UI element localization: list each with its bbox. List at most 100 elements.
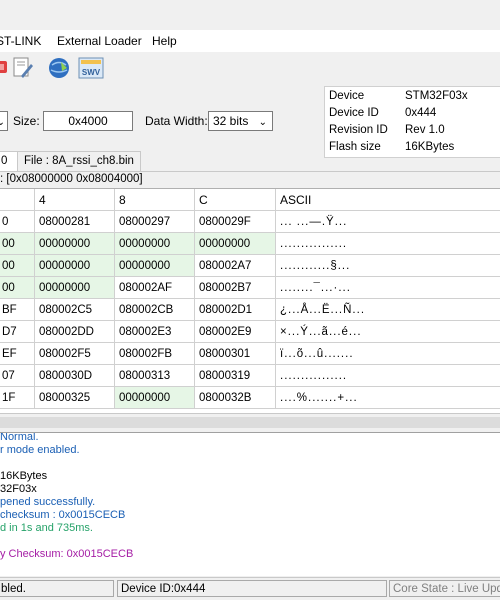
device-row: Device STM32F03x xyxy=(325,88,500,105)
value-cell: 080002B7 xyxy=(195,277,276,299)
header-col-8: 8 xyxy=(115,189,195,211)
svg-text:SWV: SWV xyxy=(82,68,101,77)
horizontal-scrollbar[interactable] xyxy=(0,413,500,432)
data-width-label: Data Width: xyxy=(145,114,208,128)
device-value: STM32F03x xyxy=(405,90,468,102)
log-line: Normal. xyxy=(0,432,39,443)
revision-id-label: Revision ID xyxy=(329,124,388,136)
table-row[interactable]: EF 080002F5 080002FB 08000301 ï...õ...û.....… xyxy=(0,343,500,365)
ascii-cell: ........¯...·... xyxy=(276,277,500,299)
address-dropdown[interactable]: ⌄ xyxy=(0,111,8,131)
log-line: 16KBytes xyxy=(0,470,48,482)
chevron-down-icon: ⌄ xyxy=(258,117,267,128)
address-cell: 00 xyxy=(0,255,35,277)
ascii-cell: ................ xyxy=(276,233,500,255)
address-range: : [0x08000000 0x08004000] xyxy=(0,171,500,187)
table-row[interactable]: D7 080002DD 080002E3 080002E9 ×...Ý...ã...é.… xyxy=(0,321,500,343)
menu-help[interactable]: Help xyxy=(152,34,177,48)
ascii-cell: ................ xyxy=(276,365,500,387)
table-row[interactable]: 07 0800030D 08000313 08000319..............… xyxy=(0,365,500,387)
tab-strip: 0 File : 8A_rssi_ch8.bin xyxy=(0,151,500,172)
address-cell: 00 xyxy=(0,277,35,299)
status-core-state: Core State : Live Upda xyxy=(389,580,500,597)
value-cell: 00000000 xyxy=(115,255,195,277)
ascii-cell: ... ...—.Ÿ... xyxy=(276,211,500,233)
menu-bar: ST-LINK External Loader Help xyxy=(0,30,500,53)
tab-device-memory[interactable]: 0 xyxy=(0,151,18,172)
value-cell: 08000281 xyxy=(35,211,115,233)
device-id-row: Device ID 0x444 xyxy=(325,105,500,122)
table-row[interactable]: 00 00000000 00000000 080002A7 ............§.… xyxy=(0,255,500,277)
value-cell: 00000000 xyxy=(35,233,115,255)
ascii-cell: ....%.......+... xyxy=(276,387,500,409)
table-row[interactable]: BF 080002C5 080002CB 080002D1 ¿...Å...Ë...Ñ.… xyxy=(0,299,500,321)
address-cell: 07 xyxy=(0,365,35,387)
ascii-cell: ............§... xyxy=(276,255,500,277)
value-cell: 0800030D xyxy=(35,365,115,387)
value-cell: 080002DD xyxy=(35,321,115,343)
table-row[interactable]: 00 00000000 00000000 00000000..............… xyxy=(0,233,500,255)
address-cell: EF xyxy=(0,343,35,365)
menu-external-loader[interactable]: External Loader xyxy=(57,34,142,48)
data-width-select[interactable]: 32 bits ⌄ xyxy=(208,111,273,131)
table-row[interactable]: 00 00000000 080002AF 080002B7 ........¯...·.… xyxy=(0,277,500,299)
value-cell: 00000000 xyxy=(115,233,195,255)
device-id-label: Device ID xyxy=(329,107,379,119)
value-cell: 080002CB xyxy=(115,299,195,321)
ascii-cell: ï...õ...û....... xyxy=(276,343,500,365)
address-cell: 0 xyxy=(0,211,35,233)
table-row[interactable]: 1F 08000325 00000000 0800032B ....%.......+.… xyxy=(0,387,500,409)
device-id-value: 0x444 xyxy=(405,107,437,119)
revision-id-value: Rev 1.0 xyxy=(405,124,445,136)
header-col-c: C xyxy=(195,189,276,211)
toolbar: SWV xyxy=(0,52,500,84)
status-bar: bled. Device ID:0x444 Core State : Live … xyxy=(0,577,500,600)
address-cell: 00 xyxy=(0,233,35,255)
value-cell: 080002A7 xyxy=(195,255,276,277)
status-connection: bled. xyxy=(0,580,114,597)
log-line: d in 1s and 735ms. xyxy=(0,522,93,534)
revision-id-row: Revision ID Rev 1.0 xyxy=(325,122,500,139)
value-cell: 08000301 xyxy=(195,343,276,365)
value-cell: 0800032B xyxy=(195,387,276,409)
size-label: Size: xyxy=(13,114,40,128)
value-cell: 00000000 xyxy=(195,233,276,255)
tab-device-memory-label: 0 xyxy=(1,155,8,167)
wrench-icon[interactable] xyxy=(10,55,36,81)
data-width-value: 32 bits xyxy=(213,114,249,128)
ascii-cell: ×...Ý...ã...é... xyxy=(276,321,500,343)
tab-file[interactable]: File : 8A_rssi_ch8.bin xyxy=(17,151,141,171)
log-line: pened successfully. xyxy=(0,496,96,508)
value-cell: 080002FB xyxy=(115,343,195,365)
value-cell: 00000000 xyxy=(35,255,115,277)
value-cell: 080002C5 xyxy=(35,299,115,321)
scrollbar-thumb[interactable] xyxy=(0,417,500,428)
address-cell: BF xyxy=(0,299,35,321)
value-cell: 08000313 xyxy=(115,365,195,387)
device-info-panel: Device STM32F03x Device ID 0x444 Revisio… xyxy=(324,86,500,158)
value-cell: 080002E9 xyxy=(195,321,276,343)
ascii-cell: ¿...Å...Ë...Ñ... xyxy=(276,299,500,321)
value-cell: 080002E3 xyxy=(115,321,195,343)
value-cell: 08000319 xyxy=(195,365,276,387)
value-cell: 080002D1 xyxy=(195,299,276,321)
value-cell: 00000000 xyxy=(35,277,115,299)
table-row[interactable]: 0 08000281 08000297 0800029F... ...—.Ÿ... xyxy=(0,211,500,233)
memory-table: 4 8 C ASCII 0 08000281 08000297 0800029F...… xyxy=(0,188,500,414)
header-address xyxy=(0,189,35,211)
swv-icon[interactable]: SWV xyxy=(78,55,104,81)
size-input[interactable]: 0x4000 xyxy=(43,111,133,131)
globe-icon[interactable] xyxy=(46,55,72,81)
log-line: r mode enabled. xyxy=(0,444,80,456)
value-cell: 08000297 xyxy=(115,211,195,233)
menu-stlink[interactable]: ST-LINK xyxy=(0,34,41,48)
value-cell: 080002AF xyxy=(115,277,195,299)
log-line: checksum : 0x0015CECB xyxy=(0,509,126,521)
value-cell: 080002F5 xyxy=(35,343,115,365)
value-cell: 0800029F xyxy=(195,211,276,233)
status-device-id: Device ID:0x444 xyxy=(117,580,387,597)
memory-controls: ⌄ Size: 0x4000 Data Width: 32 bits ⌄ xyxy=(0,84,320,154)
log-panel: Normal. r mode enabled. 16KBytes 32F03x pene… xyxy=(0,432,500,576)
address-cell: D7 xyxy=(0,321,35,343)
value-cell: 00000000 xyxy=(115,387,195,409)
